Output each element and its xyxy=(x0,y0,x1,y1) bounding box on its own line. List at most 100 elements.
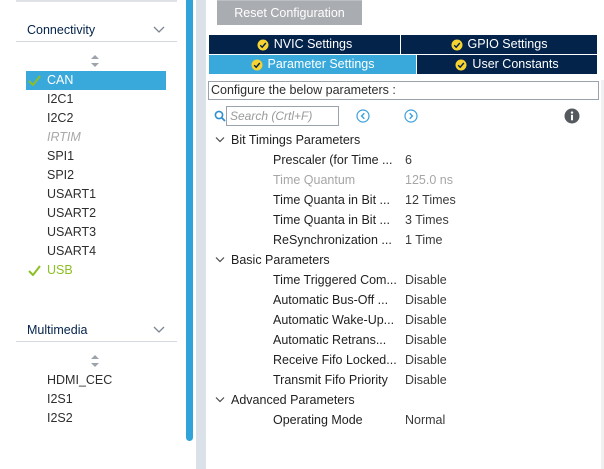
search-icon xyxy=(214,110,226,122)
param-value[interactable]: Disable xyxy=(405,330,447,350)
periph-label: USART4 xyxy=(47,244,97,258)
param-value[interactable]: 1 Time xyxy=(405,230,443,250)
info-icon[interactable] xyxy=(564,108,580,124)
check-icon xyxy=(28,75,41,86)
previous-icon[interactable] xyxy=(356,109,370,123)
periph-item-irtim[interactable]: IRTIM xyxy=(26,128,166,147)
tab-user-constants[interactable]: User Constants xyxy=(417,55,597,74)
periph-item-hdmi-cec[interactable]: HDMI_CEC xyxy=(26,371,166,390)
periph-label: I2S1 xyxy=(47,392,73,406)
param-row[interactable]: Prescaler (for Time ... 6 xyxy=(273,150,593,170)
chevron-down-icon[interactable] xyxy=(215,136,225,144)
periph-label: CAN xyxy=(47,73,74,87)
periph-item-i2s2[interactable]: I2S2 xyxy=(26,409,166,428)
param-value: 125.0 ns xyxy=(405,173,453,187)
param-row[interactable]: Time Quanta in Bit ... 12 Times xyxy=(273,190,593,210)
check-circle-icon xyxy=(451,39,463,50)
periph-label: USART2 xyxy=(47,206,97,220)
param-name: Transmit Fifo Priority xyxy=(273,373,388,387)
periph-label: SPI1 xyxy=(47,149,75,163)
chevron-down-icon[interactable] xyxy=(215,256,225,264)
group-bit-timings[interactable]: Bit Timings Parameters xyxy=(214,130,360,150)
param-name: Receive Fifo Locked... xyxy=(273,353,397,367)
group-basic-parameters[interactable]: Basic Parameters xyxy=(214,250,330,270)
periph-item-spi2[interactable]: SPI2 xyxy=(26,166,166,185)
tab-parameter-settings[interactable]: Parameter Settings xyxy=(209,55,416,74)
tab-gpio-settings[interactable]: GPIO Settings xyxy=(401,35,597,54)
param-row[interactable]: Automatic Bus-Off ... Disable xyxy=(273,290,593,310)
reset-configuration-button[interactable]: Reset Configuration xyxy=(217,0,362,25)
check-icon xyxy=(28,265,41,276)
param-row[interactable]: ReSynchronization ... 1 Time xyxy=(273,230,593,250)
periph-item-usart2[interactable]: USART2 xyxy=(26,204,166,223)
periph-item-i2c1[interactable]: I2C1 xyxy=(26,90,166,109)
check-circle-icon xyxy=(251,59,262,70)
periph-item-spi1[interactable]: SPI1 xyxy=(26,147,166,166)
periph-label: IRTIM xyxy=(47,130,81,144)
chevron-down-icon[interactable] xyxy=(152,22,166,36)
sort-icon[interactable] xyxy=(91,55,99,67)
param-value[interactable]: 6 xyxy=(405,150,412,170)
param-name: Operating Mode xyxy=(273,413,363,427)
param-name: Time Quantum xyxy=(273,173,356,187)
param-name: Time Quanta in Bit ... xyxy=(273,193,390,207)
search-input[interactable] xyxy=(226,106,339,126)
periph-item-i2c2[interactable]: I2C2 xyxy=(26,109,166,128)
param-row[interactable]: Automatic Wake-Up... Disable xyxy=(273,310,593,330)
periph-label: USART1 xyxy=(47,187,97,201)
periph-item-i2s1[interactable]: I2S1 xyxy=(26,390,166,409)
param-value[interactable]: Disable xyxy=(405,290,447,310)
param-row[interactable]: Operating Mode Normal xyxy=(273,410,593,430)
param-value[interactable]: Disable xyxy=(405,270,447,290)
panel-divider xyxy=(16,0,177,2)
param-row[interactable]: Transmit Fifo Priority Disable xyxy=(273,370,593,390)
periph-item-usart4[interactable]: USART4 xyxy=(26,242,166,261)
multimedia-header[interactable]: Multimedia xyxy=(16,320,177,342)
param-row[interactable]: Time Triggered Com... Disable xyxy=(273,270,593,290)
multimedia-title: Multimedia xyxy=(27,323,88,337)
param-name: ReSynchronization ... xyxy=(273,233,392,247)
group-title: Basic Parameters xyxy=(231,253,330,267)
param-value[interactable]: 3 Times xyxy=(405,210,449,230)
periph-label: USB xyxy=(47,263,73,277)
configuration-panel: Reset Configuration NVIC Settings GPIO S… xyxy=(206,0,604,469)
param-value[interactable]: Disable xyxy=(405,310,447,330)
param-row[interactable]: Time Quanta in Bit ... 3 Times xyxy=(273,210,593,230)
param-name: Automatic Wake-Up... xyxy=(273,313,395,327)
tab-label: User Constants xyxy=(472,57,559,71)
periph-label: I2C1 xyxy=(47,92,74,106)
periph-item-usart1[interactable]: USART1 xyxy=(26,185,166,204)
chevron-down-icon[interactable] xyxy=(152,322,166,336)
param-row: Time Quantum 125.0 ns xyxy=(273,170,593,190)
param-value[interactable]: 12 Times xyxy=(405,190,456,210)
param-name: Automatic Bus-Off ... xyxy=(273,293,389,307)
periph-item-usart3[interactable]: USART3 xyxy=(26,223,166,242)
periph-item-usb[interactable]: USB xyxy=(26,261,166,280)
param-name: Automatic Retrans... xyxy=(273,333,387,347)
check-circle-icon xyxy=(455,59,467,70)
group-advanced-parameters[interactable]: Advanced Parameters xyxy=(214,390,355,410)
tab-label: GPIO Settings xyxy=(467,37,548,51)
periph-label: HDMI_CEC xyxy=(47,373,113,387)
param-value[interactable]: Disable xyxy=(405,370,447,390)
left-scrollbar[interactable] xyxy=(186,0,193,441)
next-icon[interactable] xyxy=(404,109,418,123)
periph-label: USART3 xyxy=(47,225,97,239)
periph-label: I2S2 xyxy=(47,411,73,425)
group-title: Bit Timings Parameters xyxy=(231,133,361,147)
check-circle-icon xyxy=(257,39,269,50)
instructions-label: Configure the below parameters : xyxy=(208,81,599,100)
param-value[interactable]: Disable xyxy=(405,350,447,370)
param-row[interactable]: Automatic Retrans... Disable xyxy=(273,330,593,350)
periph-item-can[interactable]: CAN xyxy=(26,71,166,90)
param-value[interactable]: Normal xyxy=(405,410,445,430)
periph-label: I2C2 xyxy=(47,111,74,125)
sort-icon[interactable] xyxy=(91,355,99,367)
connectivity-header[interactable]: Connectivity xyxy=(16,20,177,42)
chevron-down-icon[interactable] xyxy=(215,396,225,404)
tab-nvic-settings[interactable]: NVIC Settings xyxy=(209,35,400,54)
param-row[interactable]: Receive Fifo Locked... Disable xyxy=(273,350,593,370)
panel-splitter[interactable] xyxy=(196,0,206,469)
connectivity-title: Connectivity xyxy=(27,23,96,37)
periph-label: SPI2 xyxy=(47,168,75,182)
